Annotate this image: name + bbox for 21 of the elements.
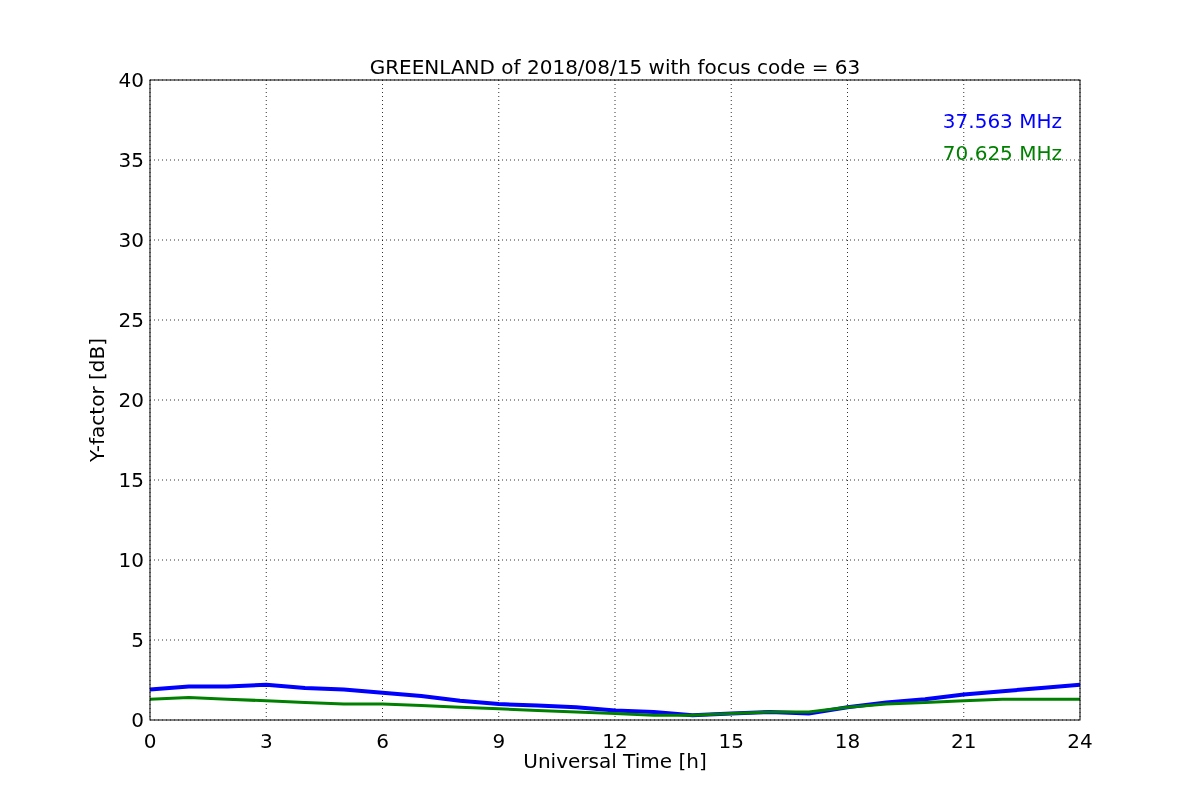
y-tick-label: 10	[118, 548, 144, 572]
y-tick-label: 35	[118, 148, 144, 172]
x-tick-label: 3	[259, 729, 273, 753]
x-tick-label: 6	[376, 729, 389, 753]
legend-label: 70.625 MHz	[942, 141, 1062, 165]
y-tick-label: 30	[118, 228, 144, 252]
x-tick-label: 24	[1067, 729, 1093, 753]
x-tick-label: 15	[718, 729, 744, 753]
y-tick-label: 15	[118, 468, 144, 492]
y-axis-label: Y-factor [dB]	[85, 338, 109, 462]
y-tick-label: 20	[118, 388, 144, 412]
x-tick-label: 9	[492, 729, 506, 753]
x-tick-label: 18	[834, 729, 861, 753]
legend-label: 37.563 MHz	[942, 109, 1062, 133]
y-tick-label: 0	[131, 708, 144, 732]
y-tick-label: 25	[118, 308, 144, 332]
y-tick-label: 40	[118, 68, 144, 92]
x-tick-label: 0	[143, 729, 157, 753]
y-tick-label: 5	[131, 628, 144, 652]
chart-title: GREENLAND of 2018/08/15 with focus code = 63	[369, 55, 861, 79]
x-tick-label: 21	[951, 729, 977, 753]
